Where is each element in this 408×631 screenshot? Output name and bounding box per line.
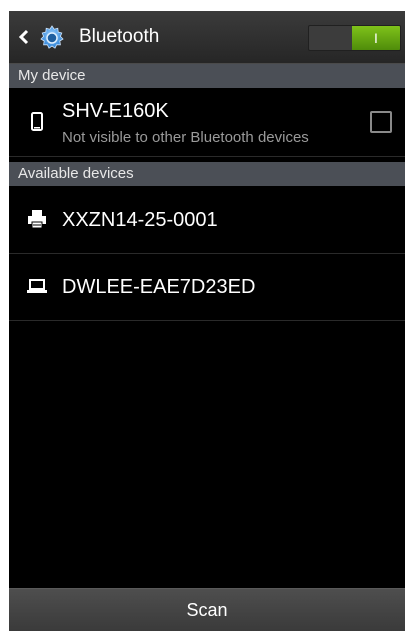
section-header-my-device: My device — [9, 64, 405, 88]
my-device-visibility: Not visible to other Bluetooth devices — [62, 129, 309, 146]
printer-icon — [28, 210, 46, 229]
my-device-name: SHV-E160K — [62, 100, 169, 122]
device-row-laptop[interactable]: DWLEE-EAE7D23ED — [9, 253, 405, 321]
chevron-left-icon — [18, 29, 29, 45]
back-button[interactable] — [14, 24, 34, 50]
bottom-action-bar: Scan — [9, 588, 405, 631]
laptop-icon — [27, 279, 47, 293]
my-device-row[interactable]: SHV-E160K Not visible to other Bluetooth… — [9, 88, 405, 157]
bluetooth-settings-screen: Bluetooth I My device SHV-E160K Not visi… — [9, 11, 405, 631]
visibility-checkbox[interactable] — [370, 111, 392, 133]
phone-icon — [31, 112, 43, 131]
section-header-available-devices: Available devices — [9, 162, 405, 186]
scan-button[interactable]: Scan — [146, 592, 267, 629]
device-row-printer[interactable]: XXZN14-25-0001 — [9, 186, 405, 254]
action-bar: Bluetooth I — [9, 11, 405, 64]
bluetooth-toggle[interactable]: I — [308, 25, 401, 51]
gear-icon — [40, 25, 64, 49]
device-name: XXZN14-25-0001 — [62, 209, 218, 231]
page-title: Bluetooth — [79, 26, 160, 47]
device-name: DWLEE-EAE7D23ED — [62, 276, 256, 298]
toggle-knob: I — [352, 26, 400, 50]
